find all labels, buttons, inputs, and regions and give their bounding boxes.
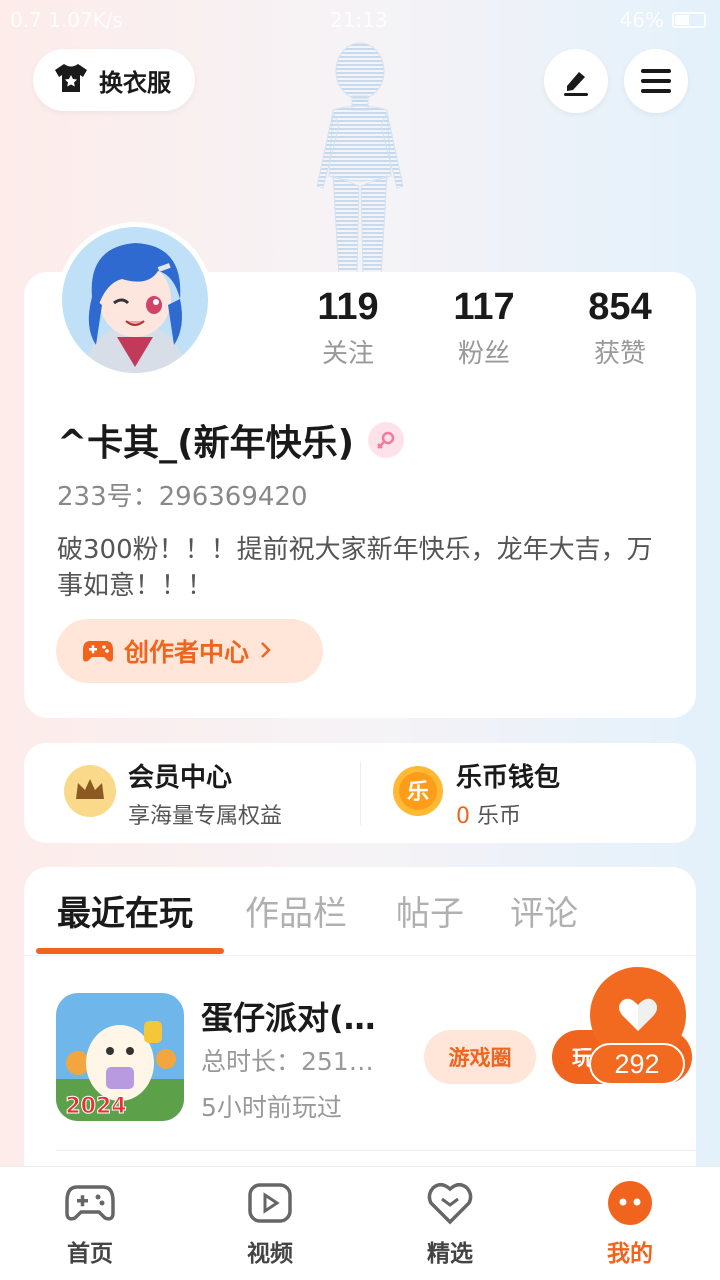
tshirt-icon: [53, 62, 89, 98]
tab-posts[interactable]: 帖子: [396, 886, 464, 935]
nav-video[interactable]: 视频: [210, 1178, 330, 1268]
avatar[interactable]: [57, 222, 213, 378]
battery-icon: [672, 12, 706, 28]
divider: [24, 955, 696, 956]
edit-profile-button[interactable]: [544, 49, 608, 113]
stat-label: 获赞: [593, 339, 646, 369]
active-tab-indicator: [36, 948, 224, 954]
vip-title: 会员中心: [128, 762, 233, 793]
nav-featured[interactable]: 精选: [390, 1178, 510, 1268]
network-speed: 0.7 1.07K/s: [10, 8, 123, 32]
coin-wallet[interactable]: 乐 乐币钱包 0 乐币: [392, 743, 560, 843]
user-id[interactable]: 233号：296369420: [57, 476, 308, 513]
nav-label: 视频: [247, 1241, 293, 1267]
nav-label: 首页: [67, 1241, 113, 1267]
profile-face-icon: [570, 1178, 690, 1228]
membership-card: 会员中心 享海量专属权益 乐 乐币钱包 0 乐币: [24, 743, 696, 843]
tab-works[interactable]: 作品栏: [245, 886, 347, 935]
change-outfit-button[interactable]: 换衣服: [33, 49, 195, 111]
avatar-3d-figure[interactable]: [295, 36, 425, 276]
nav-label: 我的: [607, 1241, 653, 1267]
crown-icon: [64, 765, 116, 821]
heart-icon: [619, 998, 657, 1031]
profile-stats: 119 关注 117 粉丝 854 获赞: [280, 286, 690, 370]
like-count[interactable]: 292: [589, 1043, 685, 1085]
hamburger-menu-icon: [641, 69, 671, 93]
wallet-amount: 0: [456, 803, 470, 829]
wallet-title: 乐币钱包: [456, 762, 561, 793]
stat-label: 粉丝: [457, 339, 510, 369]
change-outfit-label: 换衣服: [99, 68, 171, 97]
coin-icon: 乐: [392, 765, 444, 821]
game-circle-button[interactable]: 游戏圈: [424, 1030, 536, 1084]
game-icon[interactable]: 2024: [56, 993, 184, 1121]
chevron-right-icon: [259, 637, 273, 666]
status-bar: 0.7 1.07K/s 21:13 46%: [0, 0, 720, 40]
divider: [360, 761, 361, 825]
status-right: 46%: [620, 8, 706, 32]
stat-followers[interactable]: 117 粉丝: [416, 286, 552, 370]
stat-following[interactable]: 119 关注: [280, 286, 416, 370]
nickname-row: ^卡其_(新年快乐): [57, 414, 405, 466]
nav-label: 精选: [427, 1241, 473, 1267]
status-time: 21:13: [330, 8, 388, 32]
tab-recent-play[interactable]: 最近在玩: [57, 886, 193, 935]
wallet-unit: 乐币: [477, 803, 522, 829]
gamepad-icon: [30, 1178, 150, 1228]
creator-center-label: 创作者中心: [124, 638, 250, 667]
pencil-icon: [564, 72, 588, 96]
tab-comments[interactable]: 评论: [510, 886, 578, 935]
nav-home[interactable]: 首页: [30, 1178, 150, 1268]
menu-button[interactable]: [624, 49, 688, 113]
game-title[interactable]: 蛋仔派对(…: [201, 993, 376, 1039]
female-icon: [368, 422, 405, 458]
svg-text:2024: 2024: [65, 1094, 126, 1119]
divider: [56, 1150, 696, 1151]
vip-subtitle: 享海量专属权益: [128, 803, 283, 829]
battery-percent: 46%: [619, 8, 664, 32]
wallet-balance: 0 乐币: [456, 798, 560, 830]
stat-value: 117: [453, 286, 515, 328]
game-playtime: 总时长：251…: [201, 1047, 374, 1076]
stat-value: 854: [588, 286, 652, 328]
stat-value: 119: [317, 286, 379, 328]
svg-text:乐: 乐: [407, 780, 429, 805]
stat-label: 关注: [321, 339, 374, 369]
creator-center-button[interactable]: 创作者中心: [56, 619, 323, 683]
vip-center[interactable]: 会员中心 享海量专属权益: [64, 743, 282, 843]
nickname: ^卡其_(新年快乐): [57, 423, 355, 464]
nav-mine[interactable]: 我的: [570, 1178, 690, 1268]
game-last-played: 5小时前玩过: [201, 1093, 342, 1122]
stat-likes[interactable]: 854 获赞: [552, 286, 688, 370]
heart-shield-icon: [390, 1178, 510, 1228]
gamepad-icon: [83, 641, 113, 662]
video-play-icon: [210, 1178, 330, 1228]
bio: 破300粉！！！提前祝大家新年快乐，龙年大吉，万事如意！！！: [57, 535, 653, 601]
